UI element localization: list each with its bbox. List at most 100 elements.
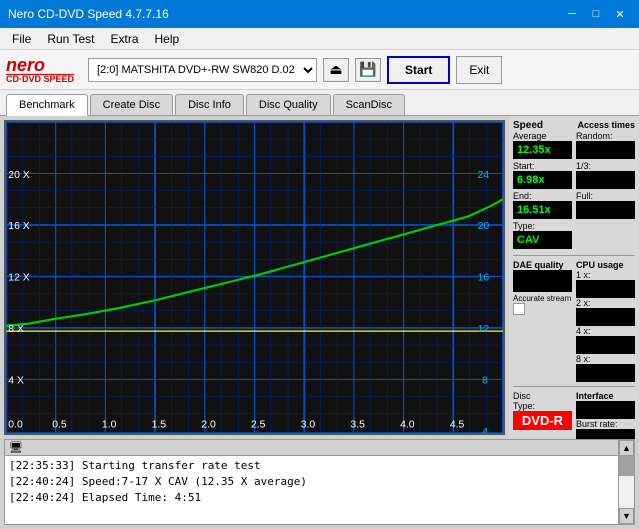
chart-area: 4 X 8 X 12 X 16 X 20 X 4 8 12 16 20 24 0… xyxy=(4,120,505,435)
type-value: CAV xyxy=(513,231,572,249)
dae-section: DAE quality Accurate stream xyxy=(513,260,572,382)
cpu-1x-label: 1 x: xyxy=(576,270,635,280)
window-title: Nero CD-DVD Speed 4.7.7.16 xyxy=(8,7,169,21)
toolbar: nero CD·DVD SPEED [2:0] MATSHITA DVD+-RW… xyxy=(0,50,639,90)
end-value: 16.51x xyxy=(513,201,572,219)
log-line-2: [22:40:24] Elapsed Time: 4:51 xyxy=(9,490,630,506)
average-label: Average xyxy=(513,131,572,141)
random-label: Random: xyxy=(576,131,635,141)
svg-text:16 X: 16 X xyxy=(8,222,30,233)
log-text-2: Elapsed Time: 4:51 xyxy=(82,491,201,504)
svg-text:12: 12 xyxy=(478,324,490,335)
random-value xyxy=(576,141,635,159)
cpu-4x-value xyxy=(576,336,635,354)
tab-benchmark[interactable]: Benchmark xyxy=(6,94,88,116)
speed-label: Speed xyxy=(513,120,543,131)
type-label: Type: xyxy=(513,221,572,231)
scroll-thumb[interactable] xyxy=(619,456,634,476)
svg-text:3.5: 3.5 xyxy=(350,420,365,431)
dae-label: DAE quality xyxy=(513,260,572,270)
svg-text:4 X: 4 X xyxy=(8,376,24,387)
log-time-0: [22:35:33] xyxy=(9,459,82,472)
title-bar: Nero CD-DVD Speed 4.7.7.16 ─ □ ✕ xyxy=(0,0,639,28)
svg-text:4.5: 4.5 xyxy=(450,420,465,431)
tab-disc-quality[interactable]: Disc Quality xyxy=(246,94,331,115)
start-button[interactable]: Start xyxy=(387,56,450,84)
end-label: End: xyxy=(513,191,572,201)
svg-text:8 X: 8 X xyxy=(8,324,24,335)
svg-text:20 X: 20 X xyxy=(8,170,30,181)
log-area: 🖥 [22:35:33] Starting transfer rate test… xyxy=(4,439,635,525)
maximize-button[interactable]: □ xyxy=(585,5,607,23)
accurate-stream-label: Accurate stream xyxy=(513,294,572,303)
svg-text:3.0: 3.0 xyxy=(301,420,316,431)
log-time-2: [22:40:24] xyxy=(9,491,82,504)
scroll-track xyxy=(619,456,634,508)
cpu-2x-value xyxy=(576,308,635,326)
eject-icon-button[interactable]: ⏏ xyxy=(323,58,349,82)
cpu-label: CPU usage xyxy=(576,260,635,270)
dae-value xyxy=(513,270,572,292)
cpu-dae-row: DAE quality Accurate stream CPU usage 1 … xyxy=(513,260,635,382)
menu-extra[interactable]: Extra xyxy=(102,30,146,48)
third-value xyxy=(576,171,635,189)
start-value: 6.98x xyxy=(513,171,572,189)
access-times-label: Access times xyxy=(577,120,635,131)
cpu-1x-value xyxy=(576,280,635,298)
svg-text:2.0: 2.0 xyxy=(201,420,216,431)
right-panel: Speed Access times Average 12.35x Random… xyxy=(509,116,639,439)
tab-scandisc[interactable]: ScanDisc xyxy=(333,94,405,115)
svg-text:8: 8 xyxy=(482,376,488,387)
svg-text:0.0: 0.0 xyxy=(8,420,23,431)
menu-file[interactable]: File xyxy=(4,30,39,48)
scroll-up-button[interactable]: ▲ xyxy=(619,440,634,456)
log-text-1: Speed:7-17 X CAV (12.35 X average) xyxy=(82,475,307,488)
average-value: 12.35x xyxy=(513,141,572,159)
log-icon: 🖥 xyxy=(9,441,23,454)
log-scrollbar[interactable]: ▲ ▼ xyxy=(618,440,634,524)
svg-text:1.5: 1.5 xyxy=(152,420,167,431)
menu-bar: File Run Test Extra Help xyxy=(0,28,639,50)
full-value xyxy=(576,201,635,219)
log-time-1: [22:40:24] xyxy=(9,475,82,488)
nero-logo: nero CD·DVD SPEED xyxy=(6,56,74,84)
svg-text:2.5: 2.5 xyxy=(251,420,266,431)
log-line-1: [22:40:24] Speed:7-17 X CAV (12.35 X ave… xyxy=(9,474,630,490)
exit-button[interactable]: Exit xyxy=(456,56,502,84)
log-header: 🖥 xyxy=(5,440,634,456)
cpu-8x-label: 8 x: xyxy=(576,354,635,364)
log-text-0: Starting transfer rate test xyxy=(82,459,261,472)
cpu-8x-value xyxy=(576,364,635,382)
cpu-2x-label: 2 x: xyxy=(576,298,635,308)
cpu-4x-label: 4 x: xyxy=(576,326,635,336)
minimize-button[interactable]: ─ xyxy=(561,5,583,23)
svg-text:1.0: 1.0 xyxy=(102,420,117,431)
svg-text:4.0: 4.0 xyxy=(400,420,415,431)
tab-bar: Benchmark Create Disc Disc Info Disc Qua… xyxy=(0,90,639,116)
start-label: Start: xyxy=(513,161,572,171)
scroll-down-button[interactable]: ▼ xyxy=(619,508,634,524)
close-button[interactable]: ✕ xyxy=(609,5,631,23)
cpu-section: CPU usage 1 x: 2 x: 4 x: 8 x: xyxy=(576,260,635,382)
window-controls: ─ □ ✕ xyxy=(561,5,631,23)
disc-type-label: DiscType: xyxy=(513,391,572,411)
interface-value xyxy=(576,401,635,419)
svg-text:12 X: 12 X xyxy=(8,273,30,284)
drive-select[interactable]: [2:0] MATSHITA DVD+-RW SW820 D.02 xyxy=(88,58,317,82)
tab-disc-info[interactable]: Disc Info xyxy=(175,94,244,115)
disc-type-badge: DVD-R xyxy=(513,411,572,430)
menu-help[interactable]: Help xyxy=(147,30,188,48)
menu-run-test[interactable]: Run Test xyxy=(39,30,102,48)
accurate-stream-checkbox[interactable] xyxy=(513,303,525,315)
svg-text:16: 16 xyxy=(478,273,490,284)
speed-section: Speed Access times Average 12.35x Random… xyxy=(513,120,635,251)
tab-create-disc[interactable]: Create Disc xyxy=(90,94,173,115)
svg-text:20: 20 xyxy=(478,222,490,233)
burst-rate-label: Burst rate: xyxy=(576,419,635,429)
interface-label: Interface xyxy=(576,391,635,401)
svg-text:0.5: 0.5 xyxy=(52,420,67,431)
save-icon-button[interactable]: 💾 xyxy=(355,58,381,82)
third-label: 1/3: xyxy=(576,161,635,171)
log-content: [22:35:33] Starting transfer rate test [… xyxy=(5,456,634,508)
svg-text:4: 4 xyxy=(482,427,488,433)
